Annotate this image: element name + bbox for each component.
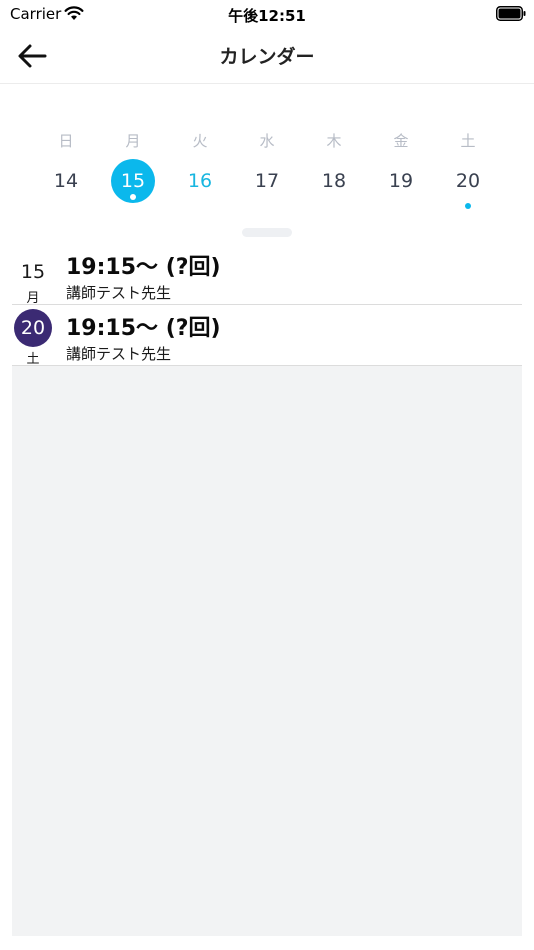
weekday-label: 火 — [192, 132, 208, 150]
day-number: 16 — [187, 170, 213, 192]
day-number: 18 — [321, 170, 347, 192]
status-bar: Carrier 午後12:51 — [0, 0, 534, 28]
weekday-label: 月 — [125, 132, 141, 150]
weekday-label: 水 — [259, 132, 275, 150]
day-18[interactable]: 木 18 — [304, 120, 364, 210]
agenda-date-weekday: 月 — [26, 291, 40, 306]
status-time: 午後12:51 — [228, 7, 306, 25]
day-number: 20 — [455, 170, 481, 192]
agenda-date-number-highlighted: 20 — [14, 309, 52, 347]
weekday-label: 金 — [393, 132, 409, 150]
agenda-item[interactable]: 15 月 19:15〜 (?回) 講師テスト先生 — [12, 244, 522, 306]
day-number: 19 — [388, 170, 414, 192]
event-teacher: 講師テスト先生 — [66, 345, 172, 363]
weekday-label: 日 — [58, 132, 74, 150]
weekday-label: 土 — [460, 132, 476, 150]
event-dot — [130, 194, 136, 200]
day-number: 17 — [254, 170, 280, 192]
event-dot — [465, 203, 471, 209]
battery-icon — [496, 6, 526, 21]
day-17[interactable]: 水 17 — [237, 120, 297, 210]
page-title: カレンダー — [219, 46, 315, 68]
day-19[interactable]: 金 19 — [371, 120, 431, 210]
day-16-today[interactable]: 火 16 — [170, 120, 230, 210]
week-strip: 日 14 月 15 火 16 水 17 木 18 金 19 土 20 — [0, 120, 534, 220]
day-number: 14 — [53, 170, 79, 192]
event-time: 19:15〜 (?回) — [66, 255, 221, 280]
event-time: 19:15〜 (?回) — [66, 316, 221, 341]
agenda-date-number: 15 — [20, 261, 46, 283]
navigation-bar: カレンダー — [0, 28, 534, 84]
weekday-label: 木 — [326, 132, 342, 150]
agenda-item[interactable]: 20 土 19:15〜 (?回) 講師テスト先生 — [12, 305, 522, 367]
day-number: 15 — [120, 170, 146, 192]
day-20[interactable]: 土 20 — [438, 120, 498, 210]
drag-handle[interactable] — [242, 228, 292, 237]
day-14[interactable]: 日 14 — [36, 120, 96, 210]
day-15-selected[interactable]: 月 15 — [103, 120, 163, 210]
event-teacher: 講師テスト先生 — [66, 284, 172, 302]
agenda-list: 15 月 19:15〜 (?回) 講師テスト先生 20 土 19:15〜 (?回… — [12, 244, 522, 936]
agenda-date-weekday: 土 — [26, 352, 40, 367]
